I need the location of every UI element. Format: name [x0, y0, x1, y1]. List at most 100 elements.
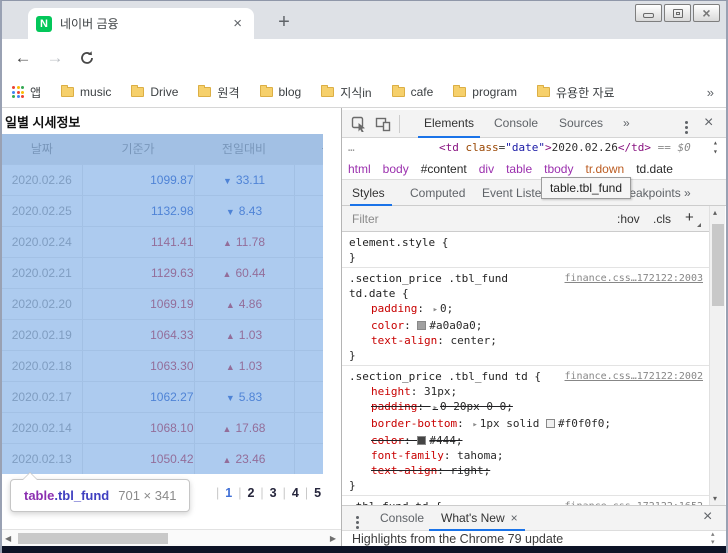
devtools-menu-button[interactable] — [679, 119, 693, 124]
price-cell: 1062.27 — [82, 381, 194, 412]
stylesheet-link[interactable]: finance.css…172122:2002 — [559, 369, 703, 384]
close-window-button[interactable]: × — [693, 4, 720, 22]
forward-button[interactable]: → — [44, 47, 66, 69]
styles-scrollbar[interactable]: ▴ ▾ — [709, 206, 725, 505]
scroll-down-icon[interactable]: ▾ — [713, 147, 718, 156]
bookmark-item[interactable]: music — [61, 84, 111, 101]
change-cell: ▲60.44 — [194, 257, 294, 288]
tab-sources[interactable]: Sources — [559, 116, 603, 130]
reload-button[interactable] — [76, 47, 98, 69]
expand-icon[interactable]: ▸ — [472, 420, 477, 430]
scroll-right-icon[interactable]: ▶ — [330, 534, 336, 543]
page-number-4[interactable]: 4 — [292, 486, 299, 500]
bookmark-item[interactable]: 원격 — [198, 84, 239, 101]
tab-computed[interactable]: Computed — [410, 186, 465, 200]
page-number-3[interactable]: 3 — [270, 486, 277, 500]
tab-styles[interactable]: Styles — [352, 186, 385, 200]
page-number-5[interactable]: 5 — [314, 486, 321, 500]
bookmark-item[interactable]: cafe — [392, 84, 434, 101]
scroll-up-icon[interactable]: ▴ — [713, 138, 718, 147]
devtools-close-button[interactable]: × — [704, 114, 713, 132]
css-declaration[interactable]: font-family: tahoma; — [349, 448, 703, 463]
css-selector[interactable]: element.style { — [349, 235, 448, 250]
css-declaration[interactable]: text-align: right; — [349, 463, 703, 478]
apps-shortcut[interactable]: 앱 — [12, 84, 41, 101]
active-tab[interactable]: N 네이버 금융 × — [28, 8, 254, 39]
css-declaration[interactable]: border-bottom: ▸1px solid #f0f0f0; — [349, 416, 703, 433]
css-declaration[interactable]: padding: ▸0 20px 0 0; — [349, 399, 703, 416]
drawer-tab-console[interactable]: Console — [380, 511, 424, 525]
tab-elements[interactable]: Elements — [424, 116, 474, 130]
css-declaration[interactable]: padding: ▸0; — [349, 301, 703, 318]
dom-tree[interactable]: … <td class="date">2020.02.26</td> == $0… — [342, 138, 726, 158]
bookmark-item[interactable]: 유용한 자료 — [537, 84, 615, 101]
css-declaration[interactable]: height: 31px; — [349, 384, 703, 399]
new-style-rule-corner — [697, 223, 701, 227]
toggle-cls-button[interactable]: .cls — [653, 212, 671, 226]
restore-button[interactable] — [664, 4, 691, 22]
rate-cell — [294, 288, 323, 319]
breadcrumb-table[interactable]: table — [506, 162, 532, 176]
column-header: 날짜 — [2, 134, 82, 164]
inspect-tooltip-class: .tbl_fund — [54, 488, 109, 503]
drawer-tab-close-icon[interactable]: × — [511, 511, 518, 525]
tab-close-icon[interactable]: × — [229, 15, 246, 32]
breadcrumb-tddate[interactable]: td.date — [636, 162, 673, 176]
styles-filter-input[interactable]: Filter — [352, 212, 379, 226]
drawer-close-button[interactable]: × — [703, 508, 712, 526]
drawer-scroll-arrows[interactable]: ▴ ▾ — [711, 531, 715, 547]
horizontal-scrollbar[interactable]: ◀ ▶ — [2, 529, 341, 546]
scrollbar-thumb[interactable] — [18, 533, 168, 544]
bookmarks-overflow-chevron[interactable]: » — [707, 85, 714, 100]
bookmark-item[interactable]: 지식in — [321, 84, 371, 101]
expand-icon[interactable]: ▸ — [433, 403, 438, 413]
tab-console[interactable]: Console — [494, 116, 538, 130]
more-tabs-chevron[interactable]: » — [623, 116, 630, 130]
date-cell: 2020.02.17 — [2, 381, 82, 412]
css-declaration[interactable]: color: #444; — [349, 433, 703, 448]
scroll-down-icon[interactable]: ▾ — [713, 494, 717, 503]
color-swatch[interactable] — [417, 436, 426, 445]
breadcrumb-body[interactable]: body — [383, 162, 409, 176]
css-selector-line[interactable]: td.date { — [349, 286, 703, 301]
bookmark-item[interactable]: Drive — [131, 84, 178, 101]
css-selector[interactable]: .section_price .tbl_fund td { — [349, 369, 541, 384]
toggle-hov-button[interactable]: :hov — [617, 212, 640, 226]
inspect-element-button[interactable] — [351, 116, 367, 132]
scrollbar-thumb[interactable] — [712, 224, 724, 306]
breadcrumb-content[interactable]: #content — [421, 162, 467, 176]
drawer-tab-whats-new[interactable]: What's New× — [441, 511, 518, 525]
breadcrumb-div[interactable]: div — [479, 162, 494, 176]
breadcrumb-trdown[interactable]: tr.down — [585, 162, 624, 176]
styles-filter-row: Filter :hov .cls + — [342, 206, 709, 232]
folder-icon — [453, 87, 466, 97]
stylesheet-link[interactable]: finance.css…172122:2003 — [559, 271, 703, 286]
scroll-up-icon[interactable]: ▴ — [711, 531, 715, 539]
whats-new-headline[interactable]: Highlights from the Chrome 79 update — [352, 532, 563, 546]
back-button[interactable]: ← — [12, 47, 34, 69]
scroll-left-icon[interactable]: ◀ — [5, 534, 11, 543]
breadcrumb-tbody[interactable]: tbody — [544, 162, 573, 176]
breadcrumb-html[interactable]: html — [348, 162, 371, 176]
bookmark-label: 원격 — [217, 84, 239, 101]
dom-scroll-arrows[interactable]: ▴ ▾ — [713, 138, 718, 156]
drawer-menu-button[interactable] — [352, 514, 362, 519]
css-value: right; — [450, 464, 490, 477]
date-cell: 2020.02.19 — [2, 319, 82, 350]
expand-icon[interactable]: ▸ — [433, 305, 438, 315]
color-swatch[interactable] — [417, 321, 426, 330]
more-sidebar-tabs-chevron[interactable]: » — [684, 186, 691, 200]
bookmark-item[interactable]: program — [453, 84, 517, 101]
new-tab-button[interactable]: + — [270, 8, 298, 36]
minimize-button[interactable] — [635, 4, 662, 22]
css-declaration[interactable]: text-align: center; — [349, 333, 703, 348]
scroll-up-icon[interactable]: ▴ — [713, 208, 717, 217]
css-declaration[interactable]: color: #a0a0a0; — [349, 318, 703, 333]
bookmark-item[interactable]: blog — [260, 84, 302, 101]
selected-dom-node[interactable]: <td class="date">2020.02.26</td> == $0 — [439, 138, 691, 158]
new-style-rule-button[interactable]: + — [685, 209, 694, 226]
device-toolbar-button[interactable] — [375, 116, 391, 132]
color-swatch[interactable] — [546, 419, 555, 428]
dom-token: == $0 — [651, 141, 691, 154]
css-selector[interactable]: .section_price .tbl_fund — [349, 271, 508, 286]
